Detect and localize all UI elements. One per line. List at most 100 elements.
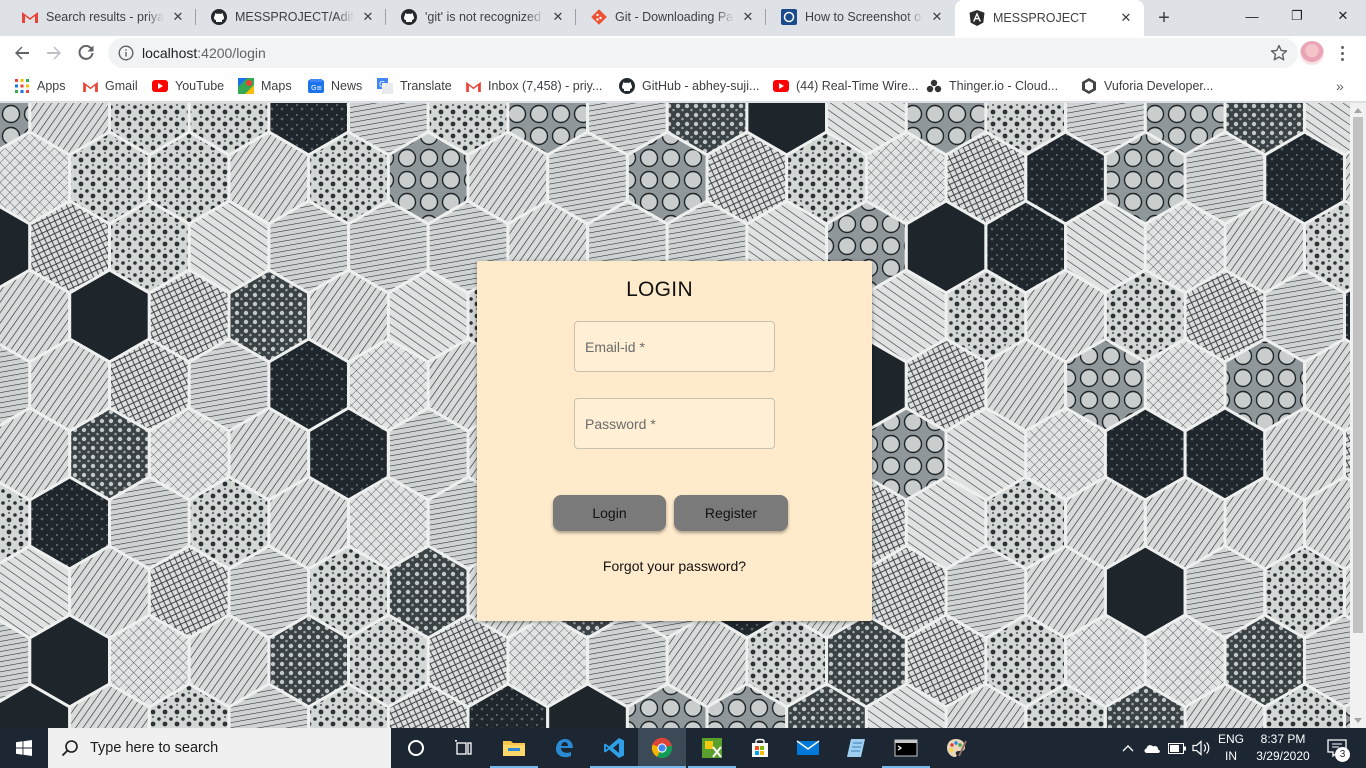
file-explorer-taskbar[interactable] xyxy=(490,728,538,768)
task-view-icon xyxy=(455,740,472,755)
cortana-button[interactable] xyxy=(392,728,440,768)
menu-kebab-icon[interactable] xyxy=(1334,41,1350,65)
notes-taskbar[interactable] xyxy=(832,728,880,768)
bookmark-label: News xyxy=(331,79,363,93)
close-tab-icon[interactable]: ✕ xyxy=(1118,10,1134,26)
tab-gmail-search[interactable]: Search results - priyank ✕ xyxy=(8,0,196,34)
youtube-icon xyxy=(152,78,168,94)
new-tab-button[interactable]: + xyxy=(1152,6,1176,30)
profile-avatar[interactable] xyxy=(1300,41,1324,65)
bookmark-apps[interactable]: Apps xyxy=(14,76,66,96)
url-path: :4200/login xyxy=(197,45,266,61)
onedrive-tray[interactable] xyxy=(1140,728,1164,768)
close-window-button[interactable]: ✕ xyxy=(1320,0,1366,32)
clock-date: 3/29/2020 xyxy=(1256,749,1310,763)
show-hidden-icons-button[interactable] xyxy=(1118,728,1138,768)
mail-icon xyxy=(796,740,820,755)
tab-screenshot-howto[interactable]: How to Screenshot on P ✕ xyxy=(767,0,955,34)
maps-icon xyxy=(238,78,254,94)
bookmark-gmail[interactable]: Gmail xyxy=(82,76,138,96)
register-button[interactable]: Register xyxy=(674,495,788,531)
tab-messproject-github[interactable]: MESSPROJECT/Adiflex.r ✕ xyxy=(197,0,386,34)
bookmark-vuforia[interactable]: Vuforia Developer... xyxy=(1081,76,1213,96)
bookmark-realtime-wire[interactable]: (44) Real-Time Wire... xyxy=(773,76,918,96)
login-title: LOGIN xyxy=(626,278,693,301)
thinger-icon xyxy=(926,78,942,94)
bookmark-youtube[interactable]: YouTube xyxy=(152,76,224,96)
scrollbar-thumb[interactable] xyxy=(1353,117,1363,633)
action-center-button[interactable]: 3 xyxy=(1322,728,1352,768)
taskbar-search-box[interactable]: Type here to search xyxy=(48,728,391,768)
tab-title: How to Screenshot on P xyxy=(805,10,923,24)
tab-git-download[interactable]: Git - Downloading Pack ✕ xyxy=(577,0,766,34)
taskbar-clock[interactable]: 8:37 PM 3/29/2020 xyxy=(1252,731,1314,765)
angular-icon xyxy=(969,10,985,26)
svg-text:G: G xyxy=(379,80,385,89)
reload-button[interactable] xyxy=(72,39,100,67)
close-tab-icon[interactable]: ✕ xyxy=(170,9,186,25)
minimize-button[interactable]: — xyxy=(1229,0,1275,32)
store-taskbar[interactable] xyxy=(736,728,784,768)
bookmark-thinger[interactable]: Thinger.io - Cloud... xyxy=(926,76,1058,96)
notes-icon xyxy=(847,739,865,757)
scroll-down-arrow-icon[interactable] xyxy=(1354,718,1362,723)
bookmark-translate[interactable]: G Translate xyxy=(377,76,452,96)
url-text[interactable]: localhost:4200/login xyxy=(142,45,266,61)
mail-taskbar[interactable] xyxy=(784,728,832,768)
gmail-icon xyxy=(82,78,98,94)
back-button[interactable] xyxy=(8,39,36,67)
tab-messproject-active[interactable]: MESSPROJECT ✕ xyxy=(955,0,1144,36)
url-host: localhost xyxy=(142,45,198,61)
close-tab-icon[interactable]: ✕ xyxy=(550,9,566,25)
close-tab-icon[interactable]: ✕ xyxy=(740,9,756,25)
tab-git-not-recognized[interactable]: 'git' is not recognized a ✕ xyxy=(387,0,576,34)
browser-toolbar: localhost:4200/login xyxy=(0,36,1366,70)
bookmark-star-icon[interactable] xyxy=(1270,44,1288,62)
start-button[interactable] xyxy=(0,728,48,768)
sticky-app-taskbar[interactable] xyxy=(688,728,736,768)
tab-title: MESSPROJECT xyxy=(993,11,1087,25)
forward-arrow-icon xyxy=(47,46,61,60)
chrome-taskbar[interactable] xyxy=(638,728,686,768)
input-language-indicator[interactable]: ENG IN xyxy=(1214,731,1248,765)
password-input[interactable] xyxy=(585,415,765,432)
language-code: ENG xyxy=(1217,732,1244,746)
app-tiles-icon xyxy=(702,738,722,758)
bookmark-label: Apps xyxy=(37,79,66,93)
volume-tray[interactable] xyxy=(1190,728,1212,768)
bookmark-label: GitHub - abhey-suji... xyxy=(642,79,760,93)
tab-title: Git - Downloading Pack xyxy=(615,10,734,24)
email-field[interactable] xyxy=(574,321,775,372)
maximize-button[interactable]: ❐ xyxy=(1274,0,1320,32)
paint-taskbar[interactable] xyxy=(932,728,980,768)
bookmark-label: Inbox (7,458) - priy... xyxy=(488,79,603,93)
close-tab-icon[interactable]: ✕ xyxy=(929,9,945,25)
task-view-button[interactable] xyxy=(440,728,488,768)
bookmark-maps[interactable]: Maps xyxy=(238,76,292,96)
password-field[interactable] xyxy=(574,398,775,449)
edge-icon xyxy=(556,739,573,758)
vscode-taskbar[interactable] xyxy=(590,728,638,768)
translate-icon: G xyxy=(377,78,393,94)
bookmark-github[interactable]: GitHub - abhey-suji... xyxy=(619,76,759,96)
bookmark-news[interactable]: G≡ News xyxy=(308,76,362,96)
bookmarks-overflow-button[interactable]: » xyxy=(1336,78,1344,94)
bookmark-inbox[interactable]: Inbox (7,458) - priy... xyxy=(465,76,602,96)
forgot-password-link[interactable]: Forgot your password? xyxy=(574,558,775,574)
forward-button[interactable] xyxy=(40,39,68,67)
terminal-icon xyxy=(894,739,918,757)
github-icon xyxy=(211,9,227,25)
close-tab-icon[interactable]: ✕ xyxy=(360,9,376,25)
edge-taskbar[interactable] xyxy=(540,728,588,768)
battery-tray[interactable] xyxy=(1166,728,1188,768)
chevron-up-icon xyxy=(1122,745,1134,752)
speaker-icon xyxy=(1192,740,1210,756)
info-icon[interactable] xyxy=(118,45,134,61)
email-input[interactable] xyxy=(585,338,765,355)
address-bar[interactable]: localhost:4200/login xyxy=(108,38,1298,68)
scroll-up-arrow-icon[interactable] xyxy=(1354,108,1362,113)
site-icon xyxy=(781,9,797,25)
login-button[interactable]: Login xyxy=(553,495,666,531)
terminal-taskbar[interactable] xyxy=(882,728,930,768)
page-scrollbar[interactable] xyxy=(1350,103,1366,728)
